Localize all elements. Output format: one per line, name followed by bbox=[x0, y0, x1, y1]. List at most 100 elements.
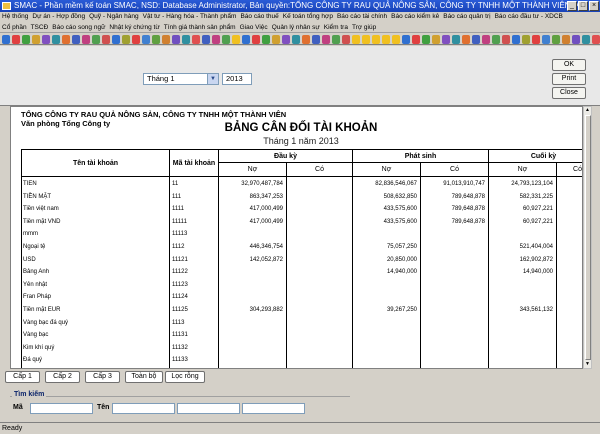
toolbar-icon[interactable] bbox=[22, 34, 30, 44]
toolbar-icon[interactable] bbox=[162, 34, 170, 44]
module-menu-item[interactable]: Báo cáo song ngữ bbox=[50, 22, 107, 32]
toolbar-icon[interactable] bbox=[502, 34, 510, 44]
toolbar-icon[interactable] bbox=[12, 34, 20, 44]
year-input[interactable]: 2013 bbox=[222, 73, 252, 85]
toolbar-icon[interactable] bbox=[102, 34, 110, 44]
close-button[interactable]: Close bbox=[552, 87, 586, 99]
toolbar-icon[interactable] bbox=[352, 34, 360, 44]
module-menu-item[interactable]: Tính giá thành sản phẩm bbox=[162, 22, 238, 32]
module-menu-item[interactable]: Kiểm tra bbox=[322, 22, 350, 32]
menu-item[interactable]: Hệ thống bbox=[0, 12, 30, 22]
toolbar-icon[interactable] bbox=[422, 34, 430, 44]
toolbar-icon[interactable] bbox=[452, 34, 460, 44]
close-window-button[interactable]: × bbox=[589, 1, 599, 11]
toolbar-icon[interactable] bbox=[52, 34, 60, 44]
minimize-button[interactable]: _ bbox=[567, 1, 577, 11]
menu-item[interactable]: Quỹ - Ngân hàng bbox=[87, 12, 141, 22]
toolbar-icon[interactable] bbox=[132, 34, 140, 44]
toolbar-icon[interactable] bbox=[532, 34, 540, 44]
module-menu-item[interactable]: Nhật ký chứng từ bbox=[107, 22, 161, 32]
toolbar-icon[interactable] bbox=[2, 34, 10, 44]
toolbar-icon[interactable] bbox=[312, 34, 320, 44]
toolbar-icon[interactable] bbox=[242, 34, 250, 44]
toolbar-icon[interactable] bbox=[252, 34, 260, 44]
toolbar-icon[interactable] bbox=[72, 34, 80, 44]
toolbar-icon[interactable] bbox=[342, 34, 350, 44]
toolbar-icon[interactable] bbox=[392, 34, 400, 44]
toolbar-icon[interactable] bbox=[412, 34, 420, 44]
toolbar-icon[interactable] bbox=[202, 34, 210, 44]
menu-item[interactable]: Báo cáo đầu tư - XDCB bbox=[493, 12, 565, 22]
search-name-input-3[interactable] bbox=[242, 403, 305, 414]
toolbar-icon[interactable] bbox=[332, 34, 340, 44]
toolbar-icon[interactable] bbox=[492, 34, 500, 44]
report-scrollbar[interactable]: ▲ ▼ bbox=[583, 106, 592, 369]
ok-button[interactable]: OK bbox=[552, 59, 586, 71]
toolbar-icon[interactable] bbox=[152, 34, 160, 44]
menu-item[interactable]: Báo cáo kiểm kê bbox=[389, 12, 441, 22]
toolbar-icon[interactable] bbox=[232, 34, 240, 44]
toolbar-icon[interactable] bbox=[32, 34, 40, 44]
toolbar-icon[interactable] bbox=[272, 34, 280, 44]
toolbar-icon[interactable] bbox=[82, 34, 90, 44]
print-button[interactable]: Print bbox=[552, 73, 586, 85]
toolbar-icon[interactable] bbox=[552, 34, 560, 44]
toolbar-icon[interactable] bbox=[182, 34, 190, 44]
toolbar-icon[interactable] bbox=[212, 34, 220, 44]
window-titlebar[interactable]: SMAC - Phần mềm kế toán SMAC, NSD: Datab… bbox=[0, 0, 600, 12]
module-menu-item[interactable]: Giao Việc bbox=[238, 22, 270, 32]
toolbar-icon[interactable] bbox=[92, 34, 100, 44]
scroll-down-icon[interactable]: ▼ bbox=[584, 361, 591, 368]
toolbar-icon[interactable] bbox=[572, 34, 580, 44]
toolbar-icon[interactable] bbox=[172, 34, 180, 44]
toolbar-icon[interactable] bbox=[62, 34, 70, 44]
level-tab-button[interactable]: Lọc rỗng bbox=[165, 371, 205, 383]
menu-item[interactable]: Kế toán tổng hợp bbox=[281, 12, 335, 22]
search-name-input-1[interactable] bbox=[112, 403, 175, 414]
toolbar-icon[interactable] bbox=[462, 34, 470, 44]
toolbar-icon[interactable] bbox=[432, 34, 440, 44]
toolbar-icon[interactable] bbox=[222, 34, 230, 44]
toolbar-icon[interactable] bbox=[372, 34, 380, 44]
toolbar-icon[interactable] bbox=[262, 34, 270, 44]
toolbar-icon[interactable] bbox=[112, 34, 120, 44]
toolbar-icon[interactable] bbox=[592, 34, 600, 44]
chevron-down-icon[interactable]: ▼ bbox=[207, 74, 218, 84]
scroll-up-icon[interactable]: ▲ bbox=[584, 107, 591, 114]
month-select[interactable]: Tháng 1 ▼ bbox=[143, 73, 219, 85]
toolbar-icon[interactable] bbox=[512, 34, 520, 44]
maximize-button[interactable]: □ bbox=[578, 1, 588, 11]
menu-item[interactable]: Báo cáo quản trị bbox=[441, 12, 492, 22]
toolbar-icon[interactable] bbox=[322, 34, 330, 44]
module-menu-item[interactable]: Trợ giúp bbox=[350, 22, 378, 32]
toolbar-icon[interactable] bbox=[142, 34, 150, 44]
toolbar-icon[interactable] bbox=[122, 34, 130, 44]
toolbar-icon[interactable] bbox=[362, 34, 370, 44]
toolbar-icon[interactable] bbox=[562, 34, 570, 44]
menu-item[interactable]: Báo cáo thuế bbox=[238, 12, 280, 22]
module-menu-item[interactable]: Cổ phần bbox=[0, 22, 29, 32]
toolbar-icon[interactable] bbox=[292, 34, 300, 44]
menu-item[interactable]: Vật tư - Hàng hóa - Thành phẩm bbox=[141, 12, 239, 22]
level-tab-button[interactable]: Cấp 3 bbox=[85, 371, 120, 383]
level-tab-button[interactable]: Cấp 1 bbox=[5, 371, 40, 383]
level-tab-button[interactable]: Cấp 2 bbox=[45, 371, 80, 383]
scroll-thumb[interactable] bbox=[585, 115, 591, 360]
toolbar-icon[interactable] bbox=[302, 34, 310, 44]
search-code-input[interactable] bbox=[30, 403, 93, 414]
module-menu-item[interactable]: Quản lý nhân sự bbox=[270, 22, 322, 32]
toolbar-icon[interactable] bbox=[582, 34, 590, 44]
toolbar-icon[interactable] bbox=[442, 34, 450, 44]
toolbar-icon[interactable] bbox=[542, 34, 550, 44]
search-name-input-2[interactable] bbox=[177, 403, 240, 414]
toolbar-icon[interactable] bbox=[522, 34, 530, 44]
toolbar-icon[interactable] bbox=[482, 34, 490, 44]
toolbar-icon[interactable] bbox=[472, 34, 480, 44]
level-tab-button[interactable]: Toàn bộ bbox=[125, 371, 163, 383]
module-menu-item[interactable]: TSCĐ bbox=[29, 22, 51, 32]
menu-item[interactable]: Báo cáo tài chính bbox=[335, 12, 389, 22]
toolbar-icon[interactable] bbox=[282, 34, 290, 44]
toolbar-icon[interactable] bbox=[192, 34, 200, 44]
toolbar-icon[interactable] bbox=[402, 34, 410, 44]
toolbar-icon[interactable] bbox=[42, 34, 50, 44]
